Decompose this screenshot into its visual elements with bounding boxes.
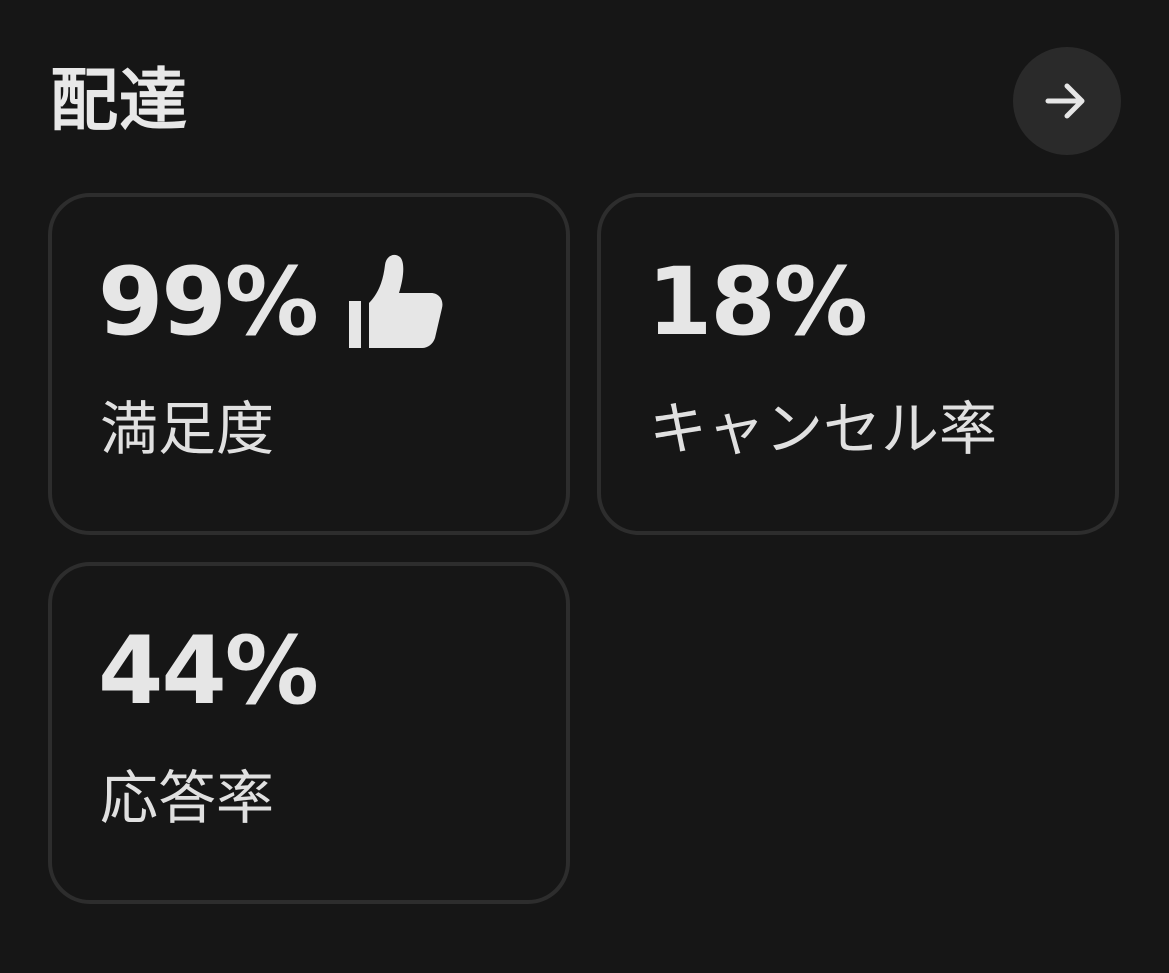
cancellation-rate-label: キャンセル率: [649, 395, 998, 463]
response-rate-card[interactable]: 44% 応答率: [48, 562, 570, 904]
cancellation-value-row: 18%: [647, 248, 868, 357]
arrow-right-icon: [1045, 83, 1085, 119]
response-rate-label: 応答率: [100, 764, 275, 832]
satisfaction-value-row: 99%: [98, 253, 443, 353]
cancellation-rate-card[interactable]: 18% キャンセル率: [597, 193, 1119, 535]
open-details-button[interactable]: [1013, 47, 1121, 155]
satisfaction-value: 99%: [98, 248, 319, 357]
satisfaction-card[interactable]: 99% 満足度: [48, 193, 570, 535]
cancellation-rate-value: 18%: [647, 248, 868, 357]
response-value-row: 44%: [98, 617, 319, 726]
section-title: 配達: [50, 62, 189, 141]
response-rate-value: 44%: [98, 617, 319, 726]
thumbs-up-icon: [349, 254, 443, 348]
satisfaction-label: 満足度: [100, 395, 275, 463]
